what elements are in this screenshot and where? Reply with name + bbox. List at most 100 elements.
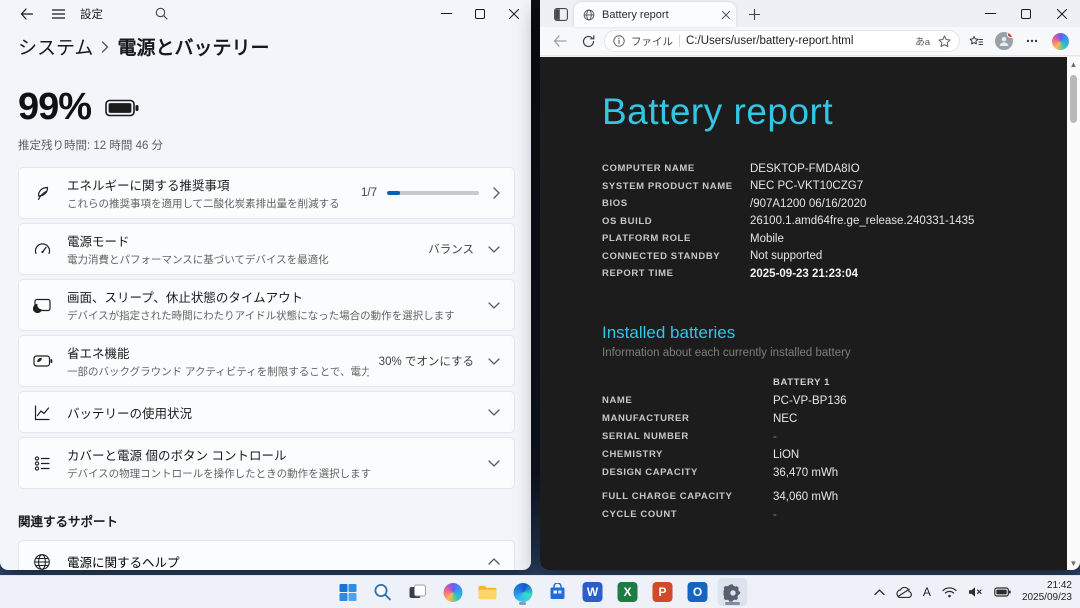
chevron-down-icon [488,301,500,309]
edge-app-icon[interactable] [508,578,538,606]
installed-batteries-subtitle: Information about each currently install… [602,346,851,359]
battery-value: LiON [773,448,800,461]
close-button[interactable] [1044,0,1080,27]
card-subtitle: デバイスが指定された時間にわたりアイドル状態になった場合の動作を選択します [67,310,455,322]
taskbar-search-icon[interactable] [368,578,398,606]
breadcrumb-system[interactable]: システム [18,33,93,60]
recommendations-progress-label: 1/7 [361,187,377,199]
tab-close-icon[interactable] [722,10,730,19]
site-info-icon[interactable] [613,35,625,47]
chevron-down-icon [488,357,500,365]
search-icon[interactable] [149,4,173,24]
tab-actions-icon[interactable] [548,2,574,26]
battery-value: 34,060 mWh [773,490,839,503]
favorite-star-icon[interactable] [938,35,951,48]
breadcrumb: システム 電源とバッテリー [18,33,515,60]
browser-back-icon[interactable] [548,29,572,53]
battery-label: MANUFACTURER [602,413,690,424]
new-tab-button[interactable] [742,2,766,26]
wifi-icon[interactable] [942,586,957,598]
settings-window-controls [429,0,531,27]
close-button[interactable] [497,0,531,27]
profile-avatar[interactable] [992,29,1016,53]
card-energy-saver[interactable]: 省エネ機能 一部のバックグラウンド アクティビティを制限することで、電力消費を削… [18,335,515,387]
controls-list-icon [33,454,67,473]
battery-percent: 99% [18,86,92,128]
card-title: エネルギーに関する推奨事項 [67,179,230,193]
maximize-button[interactable] [1008,0,1044,27]
refresh-icon[interactable] [576,29,600,53]
copilot-icon[interactable] [1048,29,1072,53]
battery-value: - [773,508,777,521]
onedrive-icon[interactable] [896,586,912,598]
ime-indicator[interactable]: A [923,585,931,599]
maximize-button[interactable] [463,0,497,27]
battery-value: NEC [773,412,798,425]
card-lid-power-button-controls[interactable]: カバーと電源 個のボタン コントロール デバイスの物理コントロールを操作したとき… [18,437,515,489]
edge-tabstrip: Battery report [540,0,1080,27]
card-title: 画面、スリープ、休止状態のタイムアウト [67,291,304,305]
card-screen-sleep-timeouts[interactable]: 画面、スリープ、休止状態のタイムアウト デバイスが指定された時間にわたりアイドル… [18,279,515,331]
page-title: 電源とバッテリー [117,38,270,59]
screen-sleep-icon [33,296,67,315]
chevron-down-icon [488,245,500,253]
card-battery-usage[interactable]: バッテリーの使用状況 [18,391,515,433]
battery-report-page: Battery report COMPUTER NAME DESKTOP-FMDA… [540,57,1080,570]
excel-icon[interactable]: X [613,578,643,606]
info-label: SYSTEM PRODUCT NAME [602,180,733,192]
usage-chart-icon [33,403,67,422]
outlook-icon[interactable]: O [683,578,713,606]
word-icon[interactable]: W [578,578,608,606]
start-button[interactable] [333,578,363,606]
power-mode-value: バランス [428,244,474,256]
info-value: /907A1200 06/16/2020 [750,197,867,210]
url-scheme-label: ファイル [631,35,673,48]
more-menu-icon[interactable] [1020,29,1044,53]
url-text[interactable]: C:/Users/user/battery-report.html [686,35,909,47]
active-indicator [725,602,740,605]
chevron-right-icon [493,187,500,199]
microsoft-store-icon[interactable] [543,578,573,606]
battery-label: CHEMISTRY [602,449,663,460]
page-scrollbar[interactable]: ▲ ▼ [1067,57,1080,570]
card-subtitle: これらの推奨事項を適用して二酸化炭素排出量を削減する [67,198,340,210]
clock[interactable]: 21:42 2025/09/23 [1022,580,1072,605]
volume-muted-icon[interactable] [968,586,983,598]
info-value: 2025-09-23 21:23:04 [750,267,859,280]
hamburger-menu-icon[interactable] [46,4,70,24]
scrollbar-up-arrow[interactable]: ▲ [1070,57,1078,71]
translate-icon[interactable]: あa [915,34,930,48]
powerpoint-icon[interactable]: P [648,578,678,606]
chevron-right-icon [101,40,109,53]
tray-chevron-up-icon[interactable] [874,588,885,596]
battery-label: FULL CHARGE CAPACITY [602,491,733,502]
settings-titlebar: 設定 [0,0,531,27]
favorites-icon[interactable] [964,29,988,53]
power-help-header[interactable]: 電源に関するヘルプ [19,541,514,570]
scrollbar-thumb[interactable] [1070,75,1077,123]
recommendations-progress-bar [387,191,479,195]
settings-app-title: 設定 [80,8,103,21]
info-label: COMPUTER NAME [602,163,695,175]
task-view-icon[interactable] [403,578,433,606]
scrollbar-down-arrow[interactable]: ▼ [1070,556,1078,570]
file-explorer-icon[interactable] [473,578,503,606]
minimize-button[interactable] [429,0,463,27]
info-label: BIOS [602,198,628,210]
card-power-mode[interactable]: 電源モード 電力消費とパフォーマンスに基づいてデバイスを最適化 バランス [18,223,515,275]
back-icon[interactable] [14,4,38,24]
energy-saver-value: 30% でオンにする [378,356,474,368]
address-bar[interactable]: ファイル C:/Users/user/battery-report.html あ… [604,30,960,52]
minimize-button[interactable] [972,0,1008,27]
tray-date: 2025/09/23 [1021,592,1072,603]
info-value: Not supported [750,250,823,263]
card-energy-recommendations[interactable]: エネルギーに関する推奨事項 これらの推奨事項を適用して二酸化炭素排出量を削減する… [18,167,515,219]
taskbar-copilot-icon[interactable] [438,578,468,606]
card-power-help: 電源に関するヘルプ Windows PC を自動的にロックする [18,540,515,570]
battery-label: SERIAL NUMBER [602,431,689,442]
battery-label: DESIGN CAPACITY [602,467,698,478]
settings-app-icon[interactable] [717,578,748,606]
info-value: NEC PC-VKT10CZG7 [750,180,864,193]
tray-battery-icon[interactable] [994,587,1011,597]
tab-battery-report[interactable]: Battery report [574,2,736,27]
